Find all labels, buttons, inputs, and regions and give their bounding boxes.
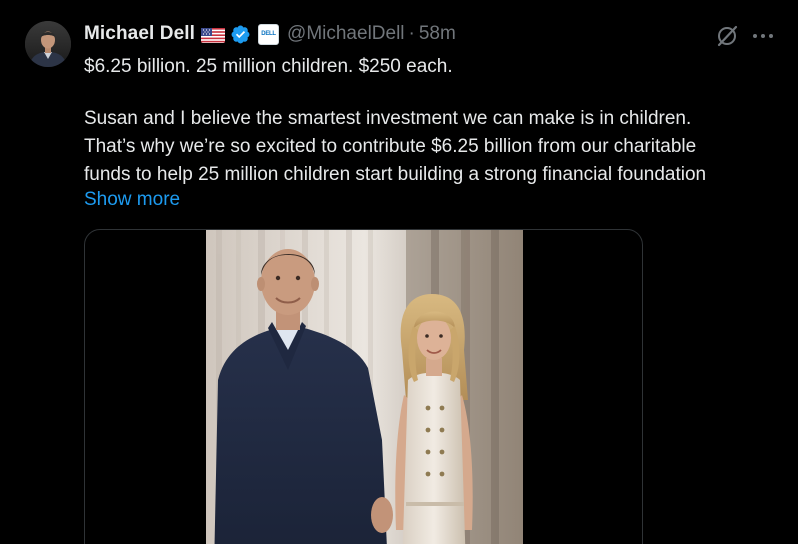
separator-dot: · [408,23,415,44]
video-thumbnail [206,230,523,544]
show-more-link[interactable]: Show more [84,186,180,214]
more-icon[interactable] [750,22,776,50]
tweet-text-line: Susan and I believe the smartest investm… [84,108,692,129]
tweet-text: $6.25 billion. 25 million children. $250… [84,53,784,189]
verified-badge-icon[interactable] [230,24,251,45]
tweet-header: Michael Dell DELL @MichaelDell · 58m [84,20,456,48]
author-handle[interactable]: @MichaelDell [287,23,405,45]
us-flag-icon [201,27,226,43]
tweet-text-line: $6.25 billion. 25 million children. $250… [84,56,453,77]
grok-icon[interactable] [713,22,741,50]
affiliate-badge[interactable]: DELL [258,23,280,45]
avatar[interactable] [25,21,71,67]
timestamp[interactable]: 58m [419,23,456,45]
tweet-text-line: funds to help 25 million children start … [84,164,707,185]
video-frame[interactable] [206,230,523,544]
tweet[interactable]: Michael Dell DELL @MichaelDell · 58m $6.… [0,0,798,544]
avatar-image [25,21,71,67]
author-name[interactable]: Michael Dell [84,23,195,45]
tweet-text-line: That’s why we’re so excited to contribut… [84,136,697,157]
video-player[interactable] [84,229,643,544]
